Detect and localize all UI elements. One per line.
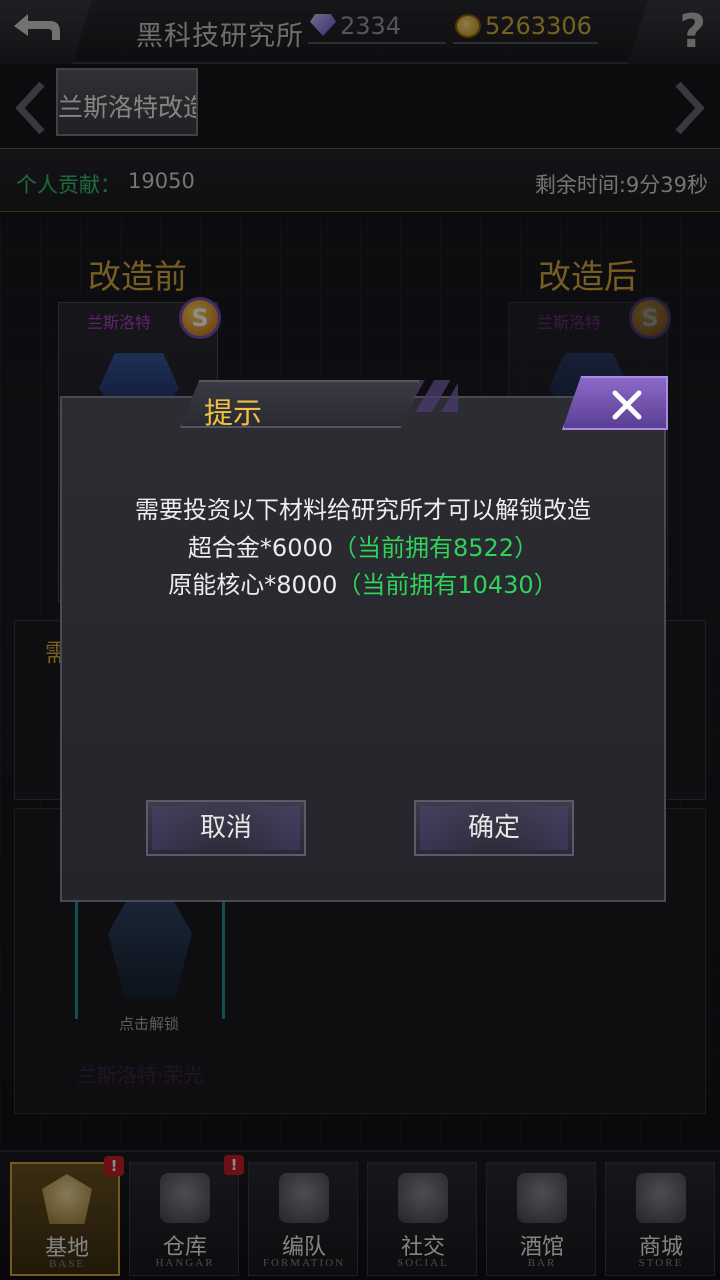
confirm-dialog: 提示 需要投资以下材料给研究所才可以解锁改造 超合金*6000（当前拥有8522… bbox=[60, 376, 668, 902]
close-icon bbox=[612, 390, 642, 420]
alloy-requirement: 超合金*6000 bbox=[187, 534, 333, 562]
core-owned: （当前拥有10430） bbox=[337, 571, 558, 599]
material-core-line: 原能核心*8000（当前拥有10430） bbox=[60, 565, 666, 600]
core-requirement: 原能核心*8000 bbox=[168, 571, 338, 599]
material-alloy-line: 超合金*6000（当前拥有8522） bbox=[60, 528, 666, 563]
close-button[interactable] bbox=[562, 376, 668, 430]
dialog-message: 需要投资以下材料给研究所才可以解锁改造 bbox=[135, 496, 591, 524]
confirm-button[interactable]: 确定 bbox=[414, 800, 574, 856]
confirm-label: 确定 bbox=[467, 813, 520, 843]
alloy-owned: （当前拥有8522） bbox=[333, 534, 539, 562]
cancel-button[interactable]: 取消 bbox=[146, 800, 306, 856]
dialog-title: 提示 bbox=[204, 396, 263, 430]
cancel-label: 取消 bbox=[199, 813, 252, 843]
